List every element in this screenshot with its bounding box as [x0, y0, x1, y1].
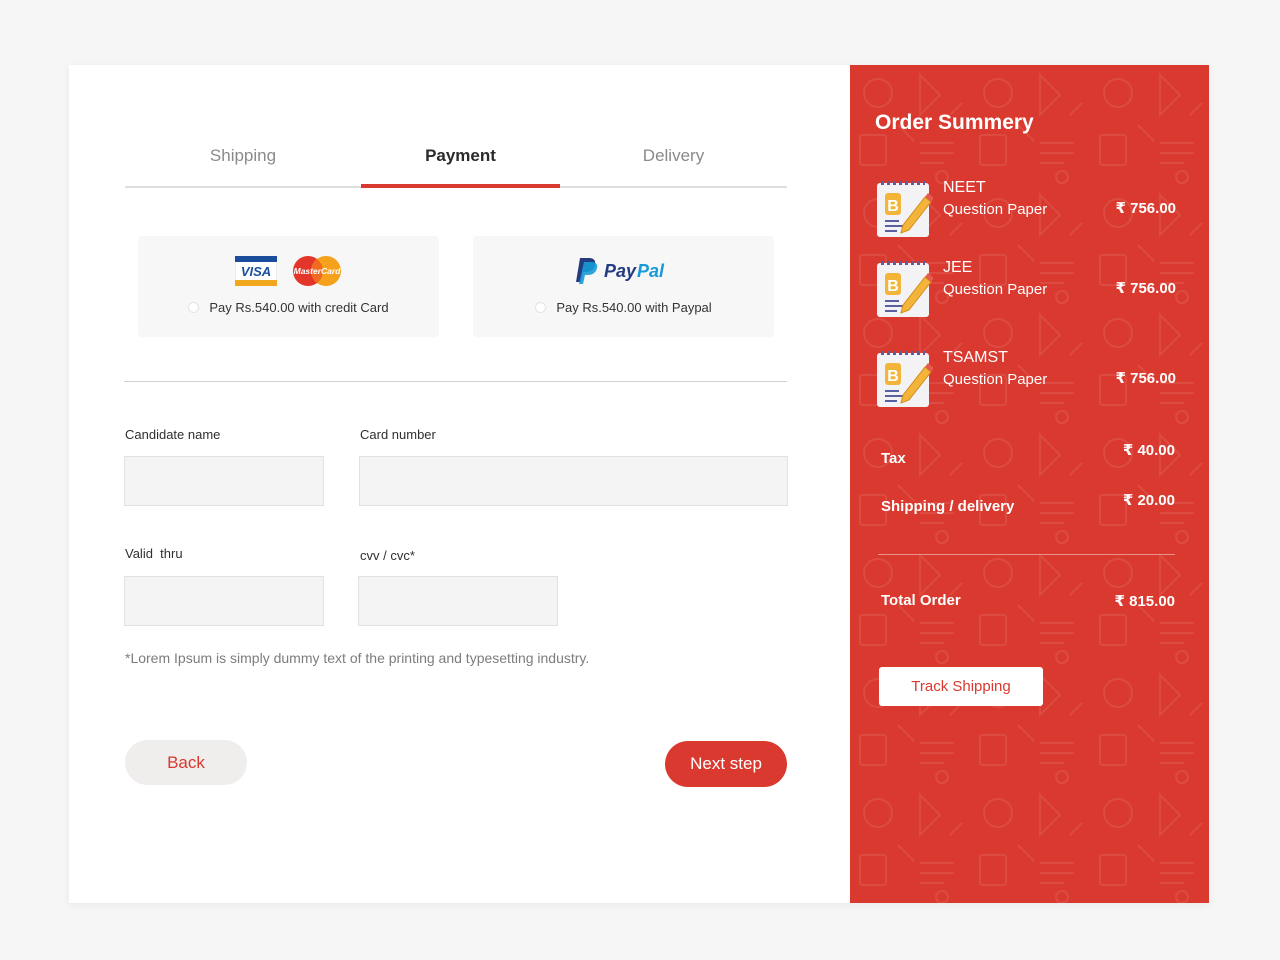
paypal-icon: Pay Pal — [575, 258, 665, 284]
credit-card-radio[interactable] — [188, 302, 200, 313]
mastercard-icon: MasterCard — [292, 256, 341, 286]
item-name: TSAMST — [943, 349, 1008, 366]
candidate-name-input[interactable] — [125, 457, 323, 505]
card-number-input[interactable] — [360, 457, 787, 505]
checkout-card: Shipping Payment Delivery VISA MasterCar… — [69, 65, 1209, 903]
item-subtitle: Question Paper — [943, 371, 1048, 388]
question-paper-icon: B — [877, 261, 933, 317]
svg-text:MasterCard: MasterCard — [293, 266, 341, 276]
tab-shipping[interactable]: Shipping — [125, 125, 361, 187]
question-paper-icon: B — [877, 181, 933, 237]
tab-payment[interactable]: Payment — [361, 125, 560, 187]
shipping-label: Shipping / delivery — [881, 498, 1015, 515]
valid-thru-input[interactable] — [125, 577, 323, 625]
cvv-label: cvv / cvc* — [360, 548, 415, 563]
active-tab-indicator — [361, 184, 560, 188]
paypal-logo: Pay Pal — [473, 254, 774, 288]
valid-thru-field[interactable] — [124, 576, 324, 626]
total-order-value: ₹ 815.00 — [1114, 593, 1175, 610]
paypal-row: Pay Rs.540.00 with Paypal — [473, 300, 774, 315]
cvv-field[interactable] — [358, 576, 558, 626]
svg-text:Pay: Pay — [604, 261, 637, 281]
svg-text:VISA: VISA — [240, 264, 270, 279]
item-name: NEET — [943, 179, 986, 196]
svg-text:B: B — [887, 198, 899, 215]
form-note: *Lorem Ipsum is simply dummy text of the… — [125, 650, 590, 666]
summary-item: B JEE Question Paper ₹ 756.00 — [875, 259, 1185, 321]
paypal-radio[interactable] — [535, 302, 547, 313]
back-button[interactable]: Back — [125, 740, 247, 785]
shipping-value: ₹ 20.00 — [1122, 492, 1175, 509]
paypal-label: Pay Rs.540.00 with Paypal — [556, 300, 712, 315]
item-price: ₹ 756.00 — [1115, 280, 1176, 297]
credit-card-row: Pay Rs.540.00 with credit Card — [138, 300, 439, 315]
card-logos: VISA MasterCard — [138, 254, 439, 288]
card-number-label: Card number — [360, 427, 436, 442]
credit-card-option[interactable]: VISA MasterCard Pay Rs.540.00 with credi… — [138, 236, 439, 337]
summary-item: B TSAMST Question Paper ₹ 756.00 — [875, 349, 1185, 411]
svg-text:Pal: Pal — [637, 261, 665, 281]
paypal-option[interactable]: Pay Pal Pay Rs.540.00 with Paypal — [473, 236, 774, 337]
summary-item: B NEET Question Paper ₹ 756.00 — [875, 179, 1185, 241]
section-divider — [124, 381, 787, 382]
item-price: ₹ 756.00 — [1115, 200, 1176, 217]
order-summary-panel: Order Summery B NEET Question Paper ₹ 75… — [850, 65, 1209, 903]
item-name: JEE — [943, 259, 973, 276]
order-summary-title: Order Summery — [875, 111, 1034, 134]
track-shipping-button[interactable]: Track Shipping — [879, 667, 1043, 706]
cvv-input[interactable] — [359, 577, 557, 625]
item-price: ₹ 756.00 — [1115, 370, 1176, 387]
visa-icon: VISA — [234, 256, 277, 286]
item-subtitle: Question Paper — [943, 201, 1048, 218]
card-number-field[interactable] — [359, 456, 788, 506]
tab-delivery[interactable]: Delivery — [560, 125, 787, 187]
svg-text:B: B — [887, 368, 899, 385]
candidate-name-label: Candidate name — [125, 427, 221, 442]
item-subtitle: Question Paper — [943, 281, 1048, 298]
total-order-label: Total Order — [881, 592, 961, 609]
credit-card-label: Pay Rs.540.00 with credit Card — [209, 300, 389, 315]
valid-thru-label: Valid thru — [125, 546, 183, 561]
question-paper-icon: B — [877, 351, 933, 407]
tax-label: Tax — [881, 450, 906, 467]
next-step-button[interactable]: Next step — [665, 741, 787, 787]
candidate-name-field[interactable] — [124, 456, 324, 506]
tax-value: ₹ 40.00 — [1122, 442, 1175, 459]
summary-divider — [878, 554, 1175, 555]
payment-panel: Shipping Payment Delivery VISA MasterCar… — [69, 65, 850, 903]
checkout-steps: Shipping Payment Delivery — [125, 125, 787, 189]
svg-text:B: B — [887, 278, 899, 295]
